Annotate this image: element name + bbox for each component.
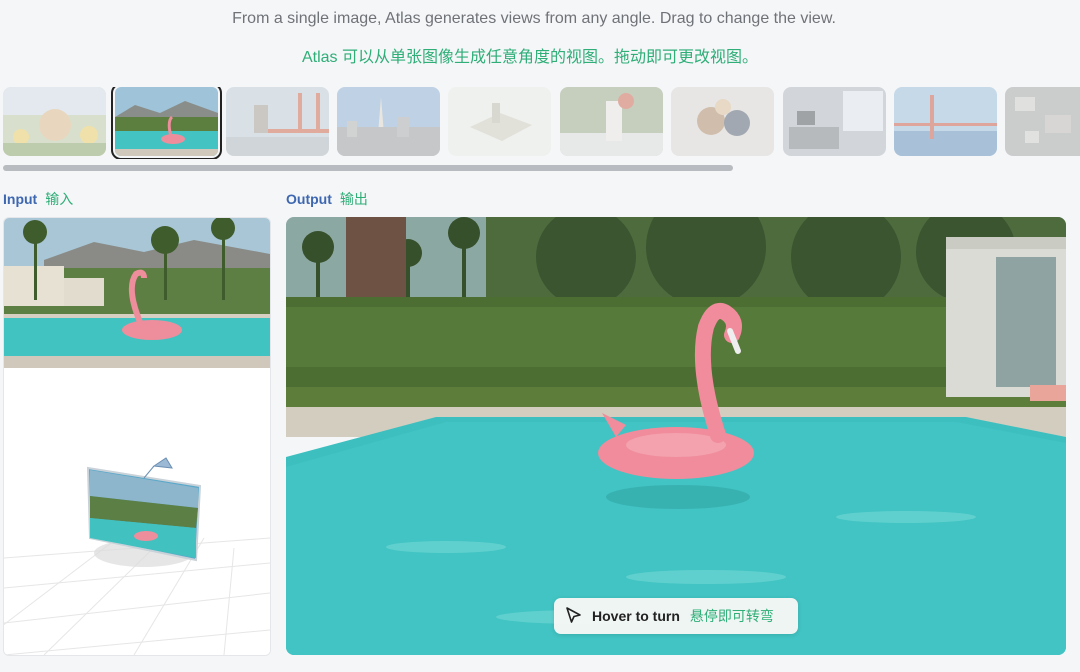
output-label-en: Output bbox=[286, 191, 332, 207]
description-english: From a single image, Atlas generates vie… bbox=[232, 10, 836, 27]
3d-view-gizmo[interactable] bbox=[4, 368, 270, 655]
thumbnail-scrollbar-thumb[interactable] bbox=[3, 165, 733, 171]
output-label-zh: 输出 bbox=[339, 191, 368, 207]
thumbnail-office-interior[interactable] bbox=[783, 87, 886, 156]
output-view[interactable]: Hover to turn 悬停即可转弯 bbox=[286, 217, 1066, 655]
thumbnail-golden-gate-sculpture[interactable] bbox=[226, 87, 329, 156]
thumbnail-lab-equipment[interactable] bbox=[560, 87, 663, 156]
thumbnail-toy-figures[interactable] bbox=[671, 87, 774, 156]
thumbnail-flamingo-pool[interactable] bbox=[111, 87, 222, 159]
hover-to-turn-hint: Hover to turn 悬停即可转弯 bbox=[554, 598, 798, 634]
thumbnail-golden-gate-bridge[interactable] bbox=[894, 87, 997, 156]
input-image bbox=[4, 218, 270, 368]
thumbnail-aerial-city[interactable] bbox=[1005, 87, 1080, 156]
input-panel bbox=[3, 217, 271, 656]
cursor-arrow-icon bbox=[566, 607, 581, 623]
input-label-zh: 输入 bbox=[45, 191, 74, 207]
thumbnail-city-skyline[interactable] bbox=[337, 87, 440, 156]
thumbnail-strip bbox=[3, 87, 1080, 159]
input-label: Input 输入 bbox=[3, 189, 73, 209]
hover-hint-en: Hover to turn bbox=[592, 608, 680, 624]
thumbnail-miniature-model[interactable] bbox=[448, 87, 551, 156]
hover-hint-zh: 悬停即可转弯 bbox=[689, 608, 774, 624]
description-chinese: Atlas 可以从单张图像生成任意角度的视图。拖动即可更改视图。 bbox=[301, 49, 759, 66]
thumbnail-garden-scene[interactable] bbox=[3, 87, 106, 156]
input-label-en: Input bbox=[3, 191, 38, 207]
output-label: Output 输出 bbox=[286, 189, 368, 209]
